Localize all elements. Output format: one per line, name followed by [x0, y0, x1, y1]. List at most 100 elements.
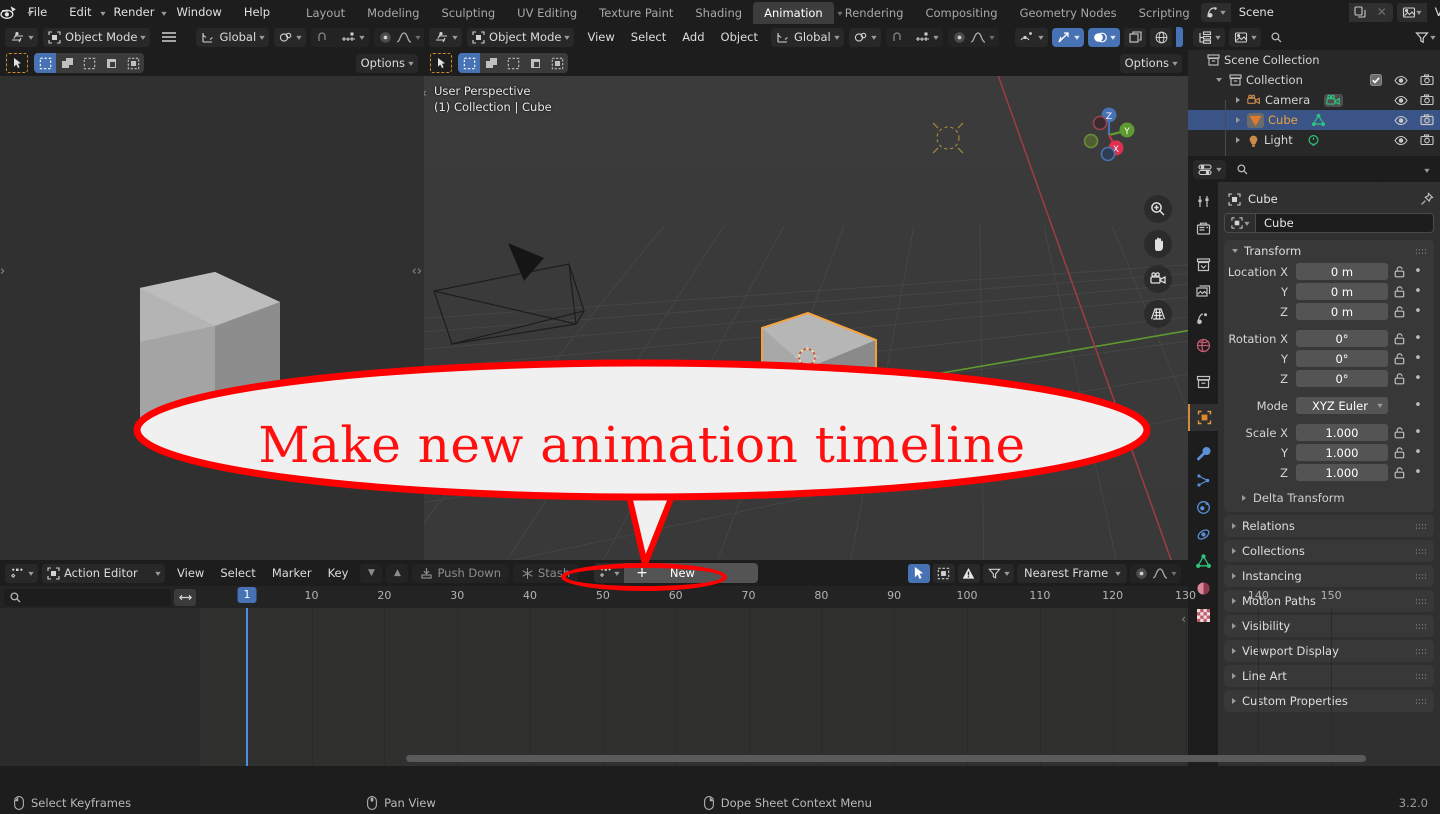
- dopesheet-menu-marker[interactable]: Marker: [264, 560, 320, 586]
- viewport-menu-add[interactable]: Add: [674, 24, 712, 50]
- hand-icon[interactable]: [1144, 230, 1172, 258]
- properties-panel-viewport-display[interactable]: Viewport Display: [1224, 640, 1434, 662]
- snap-mode-selector[interactable]: Nearest Frame ▾: [1016, 563, 1127, 583]
- unlocked-icon[interactable]: [1388, 352, 1410, 365]
- animate-dot-icon[interactable]: •: [1410, 331, 1426, 346]
- top-menu-help[interactable]: Help: [233, 0, 281, 24]
- properties-panel-line-art[interactable]: Line Art: [1224, 665, 1434, 687]
- blender-logo-icon[interactable]: [0, 5, 17, 20]
- pivot-point-selector[interactable]: ▾: [848, 27, 881, 47]
- properties-tab-collection[interactable]: [1188, 368, 1218, 395]
- drag-grip-icon[interactable]: [1415, 548, 1426, 555]
- editor-type-icon[interactable]: ▾: [429, 27, 463, 47]
- push-down-button[interactable]: Push Down: [412, 563, 509, 583]
- chevron-right-icon[interactable]: [1236, 97, 1240, 103]
- transform-value-field[interactable]: 0 m: [1296, 263, 1388, 280]
- select-invert-icon[interactable]: [100, 53, 122, 73]
- prev-action-button[interactable]: ▼: [360, 563, 383, 583]
- filter-funnel-button[interactable]: ▾: [982, 563, 1014, 583]
- dopesheet-sidebar-arrow[interactable]: ‹: [1181, 612, 1186, 626]
- transform-panel-header[interactable]: Transform: [1224, 240, 1434, 262]
- transform-value-field[interactable]: 0°: [1296, 350, 1388, 367]
- properties-tab-modifiers[interactable]: [1188, 440, 1218, 467]
- select-mode-segmented[interactable]: [458, 53, 568, 73]
- drag-grip-icon[interactable]: [1415, 573, 1426, 580]
- properties-tab-view-layer[interactable]: [1188, 278, 1218, 305]
- properties-panel-visibility[interactable]: Visibility: [1224, 615, 1434, 637]
- properties-tab-texture[interactable]: [1188, 602, 1218, 629]
- dopesheet-time-ruler[interactable]: 10 20 30 40 50 60 70 80 90 100 110 120 130 140 150 1: [200, 586, 1342, 608]
- drag-grip-icon[interactable]: [1415, 623, 1426, 630]
- outliner-checkbox[interactable]: [1370, 74, 1382, 86]
- select-intersect-icon[interactable]: [122, 53, 144, 73]
- left-object-mode-selector[interactable]: Object Mode ▾: [43, 27, 151, 47]
- top-menu-render[interactable]: Render: [103, 0, 166, 24]
- properties-tab-tool[interactable]: [1188, 188, 1218, 215]
- properties-tab-output[interactable]: [1188, 251, 1218, 278]
- workspace-tab-layout[interactable]: Layout: [295, 2, 356, 24]
- render-camera-icon[interactable]: [1420, 94, 1434, 106]
- error-warning-icon[interactable]: [957, 563, 980, 583]
- camera-icon[interactable]: [1144, 265, 1172, 293]
- workspace-tab-rendering[interactable]: Rendering: [834, 2, 915, 24]
- viewlayer-name[interactable]: ViewLayer: [1426, 2, 1440, 22]
- cursor-select-icon[interactable]: [907, 563, 930, 583]
- stash-button[interactable]: Stash: [512, 563, 579, 583]
- properties-options-chevron-icon[interactable]: ▾: [1424, 162, 1435, 176]
- left-panel-expand-arrow[interactable]: ›: [0, 264, 5, 279]
- properties-tab-render[interactable]: [1188, 215, 1218, 242]
- dopesheet-search-input[interactable]: [4, 588, 171, 606]
- outliner-editor-type-icon[interactable]: ▾: [1193, 27, 1226, 47]
- drag-grip-icon[interactable]: [1415, 523, 1426, 530]
- properties-panel-relations[interactable]: Relations: [1224, 515, 1434, 537]
- animate-dot-icon[interactable]: •: [1410, 351, 1426, 366]
- dopesheet-menu-view[interactable]: View: [169, 560, 212, 586]
- animate-dot-icon[interactable]: •: [1410, 465, 1426, 480]
- drag-grip-icon[interactable]: [1415, 673, 1426, 680]
- workspace-tab-modeling[interactable]: Modeling: [356, 2, 430, 24]
- select-extend-icon[interactable]: [56, 53, 78, 73]
- new-action-button[interactable]: + New: [624, 563, 759, 583]
- eye-icon[interactable]: [1394, 135, 1408, 146]
- transform-value-field[interactable]: 0 m: [1296, 283, 1388, 300]
- light-data-icon[interactable]: [1307, 134, 1320, 147]
- left-viewport-canvas[interactable]: › ‹›: [0, 76, 424, 560]
- animate-dot-icon[interactable]: •: [1410, 284, 1426, 299]
- chevron-right-icon[interactable]: [1236, 117, 1240, 123]
- next-action-button[interactable]: ▲: [386, 563, 409, 583]
- unlocked-icon[interactable]: [1388, 466, 1410, 479]
- dopesheet-editor-type-icon[interactable]: ▾: [5, 563, 39, 583]
- dopesheet-menu-key[interactable]: Key: [320, 560, 357, 586]
- expand-arrows-icon[interactable]: [174, 588, 196, 606]
- outliner-row-scene-collection[interactable]: Scene Collection: [1188, 50, 1440, 70]
- box-select-icon[interactable]: [932, 563, 955, 583]
- outliner-row-collection[interactable]: Collection: [1188, 70, 1440, 90]
- animate-dot-icon[interactable]: •: [1410, 398, 1426, 413]
- grid-perspective-icon[interactable]: [1144, 300, 1172, 328]
- workspace-tab-geometry-nodes[interactable]: Geometry Nodes: [1009, 2, 1128, 24]
- properties-tab-physics[interactable]: [1188, 494, 1218, 521]
- drag-grip-icon[interactable]: [1415, 598, 1426, 605]
- select-invert-icon[interactable]: [524, 53, 546, 73]
- outliner-filter-button[interactable]: ▾: [1415, 31, 1436, 44]
- select-new-icon[interactable]: [458, 53, 480, 73]
- viewport-left-panel-arrow[interactable]: ‹: [424, 86, 427, 100]
- animate-dot-icon[interactable]: •: [1410, 371, 1426, 386]
- scene-duplicate-icon[interactable]: [1348, 2, 1371, 22]
- drag-grip-icon[interactable]: [1415, 698, 1426, 705]
- properties-tab-scene[interactable]: [1188, 305, 1218, 332]
- overlays-toggle[interactable]: ▾: [1087, 27, 1120, 47]
- workspace-tab-animation[interactable]: Animation: [753, 2, 834, 24]
- camera-data-icon[interactable]: [1324, 93, 1344, 107]
- left-options-button[interactable]: Options ▾: [355, 53, 418, 73]
- chevron-down-icon[interactable]: [1216, 78, 1222, 82]
- properties-search-input[interactable]: [1231, 160, 1382, 178]
- transform-value-field[interactable]: 1.000: [1296, 464, 1388, 481]
- workspace-tab-compositing[interactable]: Compositing: [914, 2, 1008, 24]
- scene-icon[interactable]: ▾: [1200, 2, 1231, 22]
- transform-value-field[interactable]: 0 m: [1296, 303, 1388, 320]
- select-extend-icon[interactable]: [480, 53, 502, 73]
- viewport-menu-select[interactable]: Select: [623, 24, 674, 50]
- playhead[interactable]: [246, 608, 248, 766]
- object-name-field[interactable]: Cube: [1256, 213, 1434, 233]
